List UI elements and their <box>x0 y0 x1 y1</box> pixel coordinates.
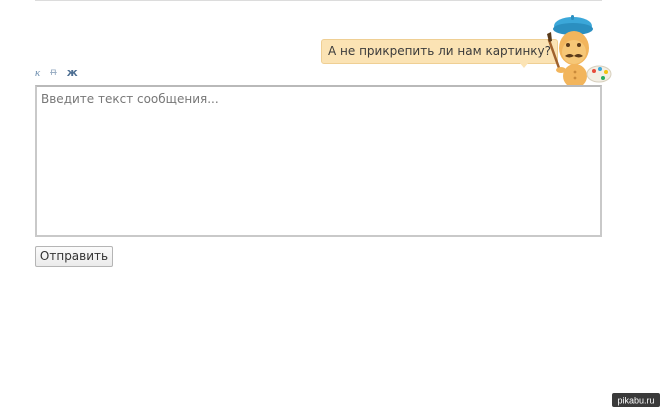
formatting-toolbar: к п ж <box>35 66 78 80</box>
top-divider <box>35 0 602 1</box>
pikabu-watermark-logo: pikabu.ru <box>612 393 660 407</box>
italic-button[interactable]: к <box>35 66 40 80</box>
message-input[interactable] <box>35 85 602 237</box>
speech-bubble-tail <box>519 62 529 68</box>
comment-form-page: А не прикрепить ли нам картинку? к п ж В… <box>0 0 666 411</box>
hint-speech-bubble: А не прикрепить ли нам картинку? <box>321 39 559 64</box>
bold-button[interactable]: ж <box>67 66 78 80</box>
strikethrough-button[interactable]: п <box>50 66 57 80</box>
svg-text:pikabu.ru: pikabu.ru <box>617 396 654 406</box>
send-button[interactable]: Отправить <box>35 246 113 267</box>
